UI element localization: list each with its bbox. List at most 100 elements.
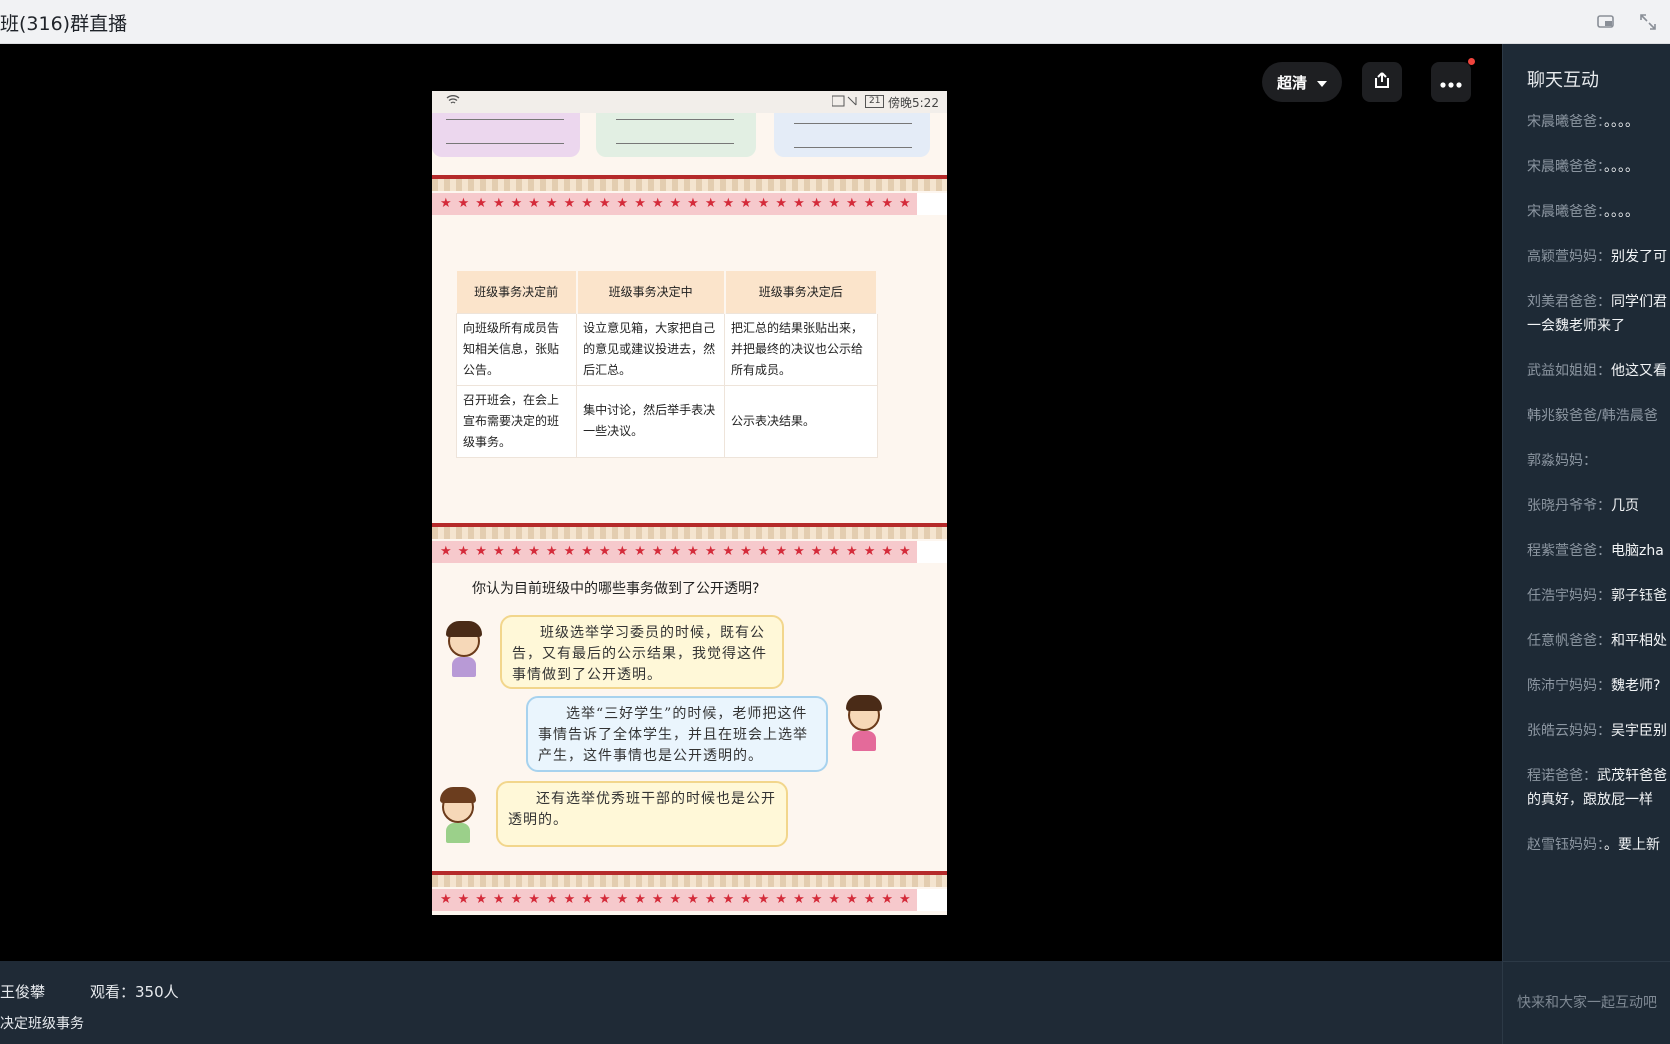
chat-title: 聊天互动 <box>1527 70 1599 91</box>
video-area: 超清 21 傍晚5:22 ★★★★★★★★★★★★★★★★★★★★★★★★★★★… <box>0 44 1502 961</box>
chat-sender: 任浩宇妈妈： <box>1527 588 1611 604</box>
chat-message: 任浩宇妈妈：郭子钰爸 <box>1527 584 1670 608</box>
chat-text: 。要上新 <box>1604 837 1660 853</box>
chat-sender: 张皓云妈妈： <box>1527 723 1611 739</box>
chat-text: 和平相处 <box>1611 633 1667 649</box>
chat-sender: 张晓丹爷爷： <box>1527 498 1611 514</box>
chat-sender: 郭淼妈妈： <box>1527 453 1597 469</box>
viewer-count: 观看：350人 <box>90 983 179 1001</box>
top-card-blue <box>774 113 930 157</box>
chat-message: 郭淼妈妈： <box>1527 449 1670 473</box>
chat-message: 张晓丹爷爷：几页 <box>1527 494 1670 518</box>
share-button[interactable] <box>1362 62 1402 102</box>
caret-down-icon <box>1317 73 1327 91</box>
picture-in-picture-icon[interactable] <box>1596 12 1616 32</box>
chat-message: 宋晨曦爸爸：。。。。 <box>1527 200 1670 224</box>
chat-text: 电脑zha <box>1611 543 1664 559</box>
table-cell: 公示表决结果。 <box>724 384 878 458</box>
chat-text: 吴宇臣别 <box>1611 723 1667 739</box>
more-button[interactable] <box>1431 62 1471 102</box>
decorative-border: ★★★★★★★★★★★★★★★★★★★★★★★★★★★★★★★ <box>432 523 947 565</box>
wifi-icon <box>446 94 460 109</box>
decorative-border: ★★★★★★★★★★★★★★★★★★★★★★★★★★★★★★★ <box>432 871 947 913</box>
chat-sender: 高颖萱妈妈： <box>1527 249 1611 265</box>
chat-sender: 刘美君爸爸： <box>1527 294 1611 310</box>
star-border: ★★★★★★★★★★★★★★★★★★★★★★★★★★★★★★★ <box>432 193 917 215</box>
chat-text: 郭子钰爸 <box>1611 588 1667 604</box>
table-row: 召开班会，在会上宣布需要决定的班级事务。 集中讨论，然后举手表决一些决议。 公示… <box>455 384 878 458</box>
table-cell: 集中讨论，然后举手表决一些决议。 <box>576 384 725 458</box>
chat-sender: 韩兆毅爸爸/韩浩晨爸 <box>1527 408 1658 424</box>
table-header: 班级事务决定后 <box>724 271 878 313</box>
chat-sender: 宋晨曦爸爸： <box>1527 114 1604 130</box>
host-name: 王俊攀 <box>0 983 46 1001</box>
chat-message: 任意帆爸爸：和平相处 <box>1527 629 1670 653</box>
chat-sender: 程诺爸爸： <box>1527 768 1597 784</box>
status-icons <box>831 95 868 110</box>
star-border: ★★★★★★★★★★★★★★★★★★★★★★★★★★★★★★★ <box>432 541 917 563</box>
chat-text: 武茂轩爸爸 <box>1597 768 1667 784</box>
chat-sender: 武益如姐姐： <box>1527 363 1611 379</box>
chat-panel: 聊天互动 宋晨曦爸爸：。。。。 宋晨曦爸爸：。。。。 宋晨曦爸爸：。。。。 高颖萱妈妈… <box>1502 44 1670 1044</box>
quality-dropdown[interactable]: 超清 <box>1262 62 1342 102</box>
chat-text: 。。。。 <box>1604 204 1639 220</box>
status-time: 傍晚5:22 <box>888 96 939 110</box>
chat-text: 他这又看 <box>1611 363 1667 379</box>
chat-message: 武益如姐姐：他这又看 <box>1527 359 1670 383</box>
chat-sender: 陈沛宁妈妈： <box>1527 678 1611 694</box>
chat-message: 赵雪钰妈妈：。要上新 <box>1527 833 1670 857</box>
chat-message: 高颖萱妈妈：别发了可 <box>1527 245 1670 269</box>
chat-message: 的真好，跟放屁一样 <box>1527 788 1670 812</box>
class-affairs-table: 班级事务决定前 班级事务决定中 班级事务决定后 向班级所有成员告知相关信息，张贴… <box>455 271 878 458</box>
speech-bubble: 选举“三好学生”的时候，老师把这件事情告诉了全体学生，并且在班会上选举产生，这件… <box>526 696 828 772</box>
chat-text: 的真好，跟放屁一样 <box>1527 792 1653 808</box>
chat-text: 。。。。 <box>1604 159 1639 175</box>
chat-message: 张皓云妈妈：吴宇臣别 <box>1527 719 1670 743</box>
girl-avatar <box>842 695 886 753</box>
title-bar: 班(316)群直播 <box>0 0 1670 44</box>
chat-sender: 赵雪钰妈妈： <box>1527 837 1604 853</box>
live-topic: 决定班级事务 <box>0 1016 84 1032</box>
chat-text: 同学们君 <box>1611 294 1667 310</box>
chat-input[interactable]: 快来和大家一起互动吧 <box>1503 961 1670 1044</box>
chat-message: 韩兆毅爸爸/韩浩晨爸 <box>1527 404 1670 428</box>
star-border: ★★★★★★★★★★★★★★★★★★★★★★★★★★★★★★★ <box>432 889 917 911</box>
table-cell: 设立意见箱，大家把自己的意见或建议投进去，然后汇总。 <box>576 312 725 386</box>
chat-text: 一会魏老师来了 <box>1527 318 1625 334</box>
table-row: 向班级所有成员告知相关信息，张贴公告。 设立意见箱，大家把自己的意见或建议投进去… <box>455 312 878 386</box>
boy-avatar <box>442 621 486 679</box>
chat-message: 一会魏老师来了 <box>1527 314 1670 338</box>
chat-text: 几页 <box>1611 498 1639 514</box>
decorative-border: ★★★★★★★★★★★★★★★★★★★★★★★★★★★★★★★ <box>432 175 947 217</box>
speech-bubble: 还有选举优秀班干部的时候也是公开透明的。 <box>496 781 788 847</box>
table-header: 班级事务决定中 <box>576 271 726 313</box>
expand-icon[interactable] <box>1638 12 1658 32</box>
shared-screen: 21 傍晚5:22 ★★★★★★★★★★★★★★★★★★★★★★★★★★★★★★… <box>432 91 947 915</box>
chat-text: 。。。。 <box>1604 114 1639 130</box>
live-info-bar: 王俊攀 观看：350人 决定班级事务 <box>0 961 1502 1044</box>
table-header: 班级事务决定前 <box>456 271 578 313</box>
chat-sender: 任意帆爸爸： <box>1527 633 1611 649</box>
speech-bubble: 班级选举学习委员的时候，既有公告，又有最后的公示结果，我觉得这件事情做到了公开透… <box>500 615 784 689</box>
more-icon <box>1440 73 1462 92</box>
chat-message: 陈沛宁妈妈：魏老师? <box>1527 674 1670 698</box>
chat-text: 别发了可 <box>1611 249 1667 265</box>
top-card-green <box>596 113 756 157</box>
chat-message: 程诺爸爸：武茂轩爸爸 <box>1527 764 1670 788</box>
table-cell: 向班级所有成员告知相关信息，张贴公告。 <box>455 312 578 386</box>
battery-indicator: 21 <box>865 95 885 108</box>
quality-label: 超清 <box>1276 73 1307 92</box>
chat-sender: 宋晨曦爸爸： <box>1527 159 1604 175</box>
discussion-question: 你认为目前班级中的哪些事务做到了公开透明? <box>472 581 760 597</box>
chat-text: 魏老师? <box>1611 678 1661 694</box>
chat-sender: 宋晨曦爸爸： <box>1527 204 1604 220</box>
chat-message: 刘美君爸爸：同学们君 <box>1527 290 1670 314</box>
notification-dot <box>1468 58 1475 65</box>
phone-status-bar: 21 傍晚5:22 <box>432 91 947 113</box>
chat-sender: 程紫萱爸爸： <box>1527 543 1611 559</box>
table-cell: 把汇总的结果张贴出来，并把最终的决议也公示给所有成员。 <box>724 312 878 386</box>
chat-message: 程紫萱爸爸：电脑zha <box>1527 539 1670 563</box>
top-card-purple <box>432 113 580 157</box>
window-title: 班(316)群直播 <box>0 13 128 35</box>
chat-message: 宋晨曦爸爸：。。。。 <box>1527 110 1670 134</box>
